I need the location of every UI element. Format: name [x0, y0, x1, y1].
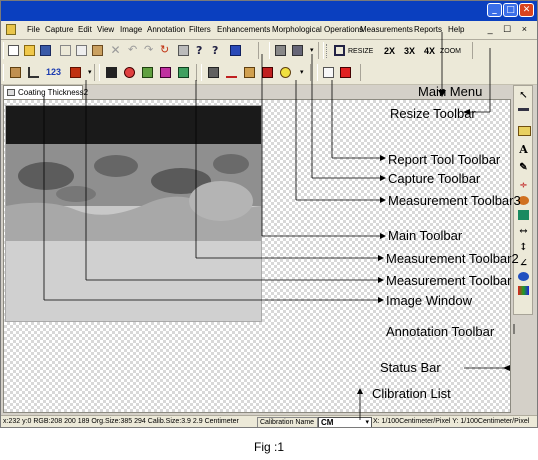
callout-report-tool-toolbar: Report Tool Toolbar	[388, 152, 501, 167]
callout-status-bar: Status Bar	[380, 360, 441, 375]
callout-measurement-toolbar2: Measurement Toolbar2	[386, 251, 519, 266]
callout-image-window: Image Window	[386, 293, 472, 308]
callout-measurement-toolbar: Measurement Toolbar	[386, 273, 512, 288]
figure-caption: Fig :1	[254, 440, 285, 454]
callout-main-menu: Main Menu	[418, 84, 483, 99]
callout-annotation-toolbar: Annotation Toolbar	[386, 324, 495, 339]
callout-capture-toolbar: Capture Toolbar	[388, 171, 481, 186]
callout-calibration-list: Clibration List	[372, 386, 451, 401]
callout-main-toolbar: Main Toolbar	[388, 228, 463, 243]
callout-measurement-toolbar3: Measurement Toolbar3	[388, 193, 521, 208]
callout-resize-toolbar: Resize Toolbar	[390, 106, 476, 121]
